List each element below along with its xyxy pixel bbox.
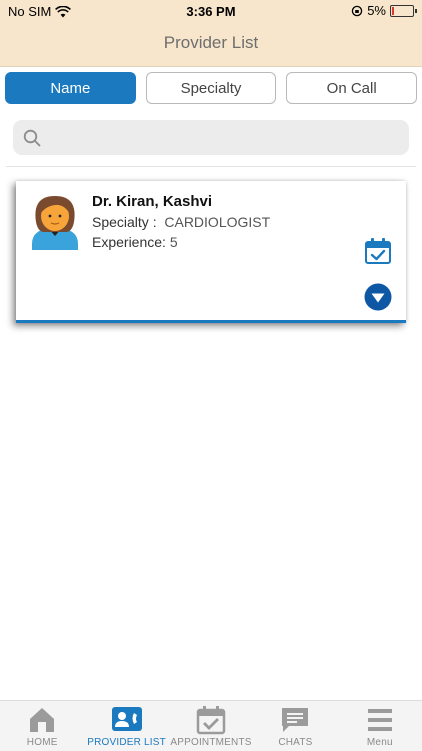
- appointments-icon: [196, 706, 226, 735]
- filter-segmented-control: Name Specialty On Call: [5, 72, 418, 104]
- tab-chats[interactable]: CHATS: [253, 701, 337, 751]
- tab-home-label: HOME: [26, 737, 58, 748]
- status-bar: No SIM 3:36 PM 5%: [0, 0, 422, 24]
- app-header: No SIM 3:36 PM 5% Provider List: [0, 0, 422, 67]
- avatar: [32, 196, 78, 250]
- segment-specialty[interactable]: Specialty: [145, 72, 277, 104]
- orientation-lock-icon: [351, 5, 363, 16]
- tab-appointments-label: APPOINTMENTS: [170, 737, 252, 748]
- home-icon: [30, 708, 55, 732]
- provider-name: Dr. Kiran, Kashvi: [92, 193, 213, 210]
- tab-provider-list[interactable]: PROVIDER LIST: [84, 701, 168, 751]
- search-icon: [23, 129, 41, 146]
- specialty-value: CARDIOLOGIST: [164, 214, 271, 230]
- tab-home[interactable]: HOME: [0, 701, 84, 751]
- experience-row: Experience: 5: [92, 234, 178, 250]
- calendar-check-icon[interactable]: [364, 237, 392, 265]
- segment-on-call[interactable]: On Call: [286, 72, 418, 104]
- experience-label: Experience:: [92, 234, 166, 250]
- tab-appointments[interactable]: APPOINTMENTS: [169, 701, 253, 751]
- tab-provider-list-label: PROVIDER LIST: [87, 737, 166, 748]
- chat-icon: [282, 708, 309, 732]
- tab-menu[interactable]: Menu: [338, 701, 422, 751]
- experience-value: 5: [169, 234, 178, 250]
- specialty-row: Specialty : CARDIOLOGIST: [92, 214, 270, 230]
- search-bar: [13, 120, 409, 155]
- tab-menu-label: Menu: [366, 737, 393, 748]
- menu-icon: [367, 709, 392, 731]
- search-input[interactable]: [41, 121, 409, 154]
- battery-percent: 5%: [367, 3, 386, 18]
- tab-chats-label: CHATS: [278, 737, 313, 748]
- segment-name[interactable]: Name: [5, 72, 136, 104]
- specialty-label: Specialty :: [92, 214, 157, 230]
- provider-card[interactable]: Dr. Kiran, Kashvi Specialty : CARDIOLOGI…: [16, 181, 406, 323]
- chevron-down-icon[interactable]: [364, 283, 392, 311]
- provider-list-icon: [111, 707, 142, 731]
- page-title: Provider List: [163, 33, 259, 52]
- divider: [6, 166, 416, 167]
- battery-icon: [390, 4, 417, 17]
- bottom-tab-bar: HOME PROVIDER LIST APPOINTMENTS CHATS Me…: [0, 700, 422, 751]
